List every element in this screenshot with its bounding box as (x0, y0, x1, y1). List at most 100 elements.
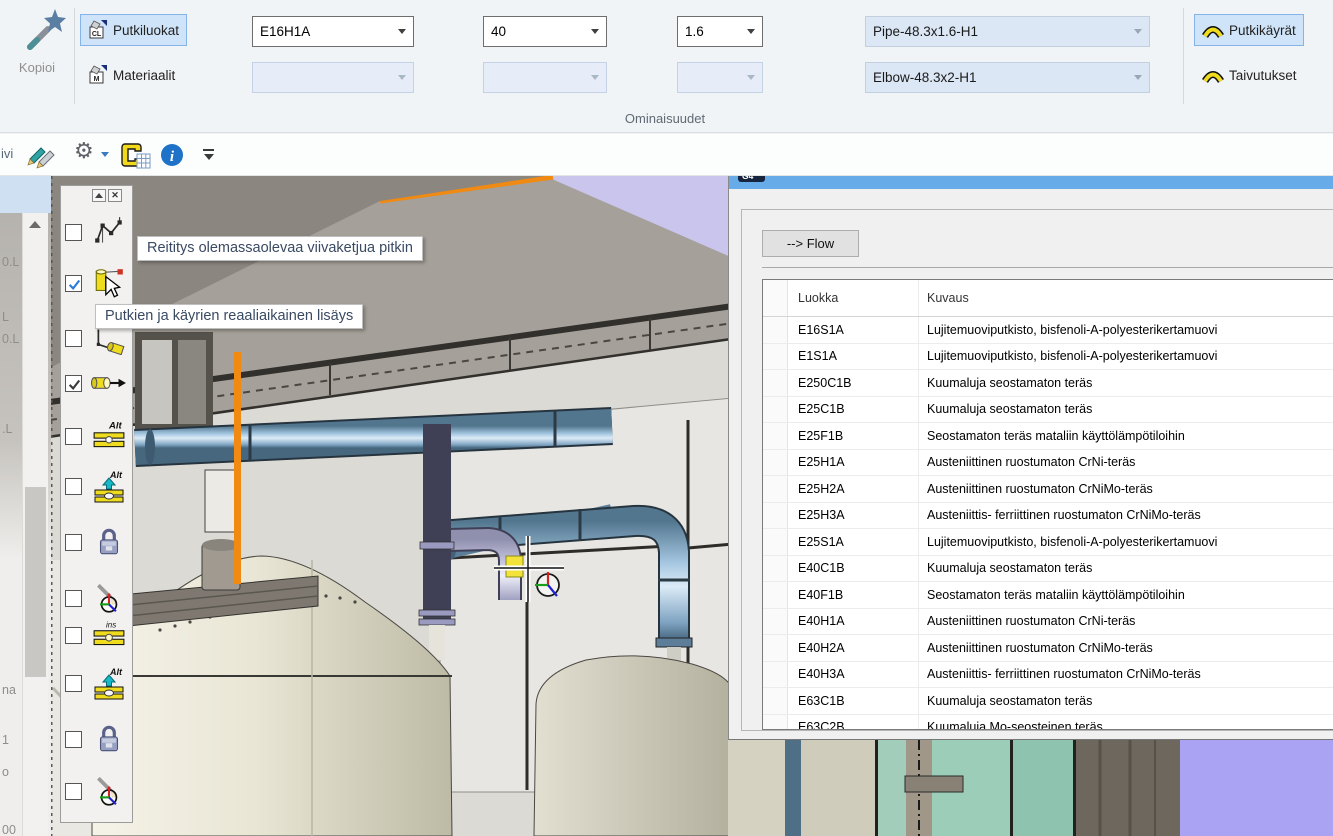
checkbox-alt-pipe-up[interactable] (65, 478, 82, 495)
row-selector[interactable] (763, 556, 788, 582)
table-row[interactable]: E63C2BKuumaluja Mo-seosteinen teräs (763, 715, 1333, 731)
tree-item-label[interactable]: 1 (2, 733, 9, 747)
cell-luokka[interactable]: E25F1B (788, 423, 919, 449)
palette-item-alt-pipe-up[interactable]: Alt (61, 469, 134, 505)
checkbox-lock-2[interactable] (65, 731, 82, 748)
cell-kuvaus[interactable]: Austeniittinen ruostumaton CrNiMo-teräs (919, 641, 1333, 655)
row-selector[interactable] (763, 715, 788, 731)
elbow-part-combo[interactable]: Elbow-48.3x2-H1 (865, 62, 1150, 93)
alt-pipe-up-icon[interactable]: Alt (91, 666, 131, 702)
table-row[interactable]: E40C1BKuumaluja seostamaton teräs (763, 556, 1333, 583)
table-row[interactable]: E25C1BKuumaluja seostamaton teräs (763, 397, 1333, 424)
cell-luokka[interactable]: E40H2A (788, 635, 919, 661)
ins-pipe-icon[interactable]: ins (91, 618, 131, 654)
info-icon[interactable]: i (160, 143, 184, 172)
tree-item-label[interactable]: L (2, 310, 9, 324)
polyline-icon[interactable] (91, 215, 131, 251)
cell-luokka[interactable]: E25H1A (788, 450, 919, 476)
row-selector[interactable] (763, 609, 788, 635)
palette-item-compass-2[interactable] (61, 774, 134, 810)
cell-kuvaus[interactable]: Seostamaton teräs mataliin käyttölämpöti… (919, 429, 1333, 443)
cell-kuvaus[interactable]: Austeniittis- ferriittinen ruostumaton C… (919, 667, 1333, 681)
table-row[interactable]: E16S1ALujitemuoviputkisto, bisfenoli-A-p… (763, 317, 1333, 344)
table-row[interactable]: E40H1AAusteniittinen ruostumaton CrNi-te… (763, 609, 1333, 636)
cell-luokka[interactable]: E63C1B (788, 688, 919, 714)
compass-icon[interactable] (91, 774, 131, 810)
tree-item-label[interactable]: 0.L (2, 255, 19, 269)
cell-luokka[interactable]: E40H3A (788, 662, 919, 688)
table-row[interactable]: E250C1BKuumaluja seostamaton teräs (763, 370, 1333, 397)
table-row[interactable]: E25H2AAusteniittinen ruostumaton CrNiMo-… (763, 476, 1333, 503)
cell-kuvaus[interactable]: Lujitemuoviputkisto, bisfenoli-A-polyest… (919, 349, 1333, 363)
cell-kuvaus[interactable]: Kuumaluja seostamaton teräs (919, 694, 1333, 708)
row-selector[interactable] (763, 423, 788, 449)
alt-pipe-up-icon[interactable]: Alt (91, 469, 131, 505)
table-row[interactable]: E25H3AAusteniittis- ferriittinen ruostum… (763, 503, 1333, 530)
row-selector[interactable] (763, 503, 788, 529)
cell-kuvaus[interactable]: Kuumaluja Mo-seosteinen teräs (919, 720, 1333, 730)
pipe-class-table[interactable]: Luokka Kuvaus E16S1ALujitemuoviputkisto,… (762, 279, 1333, 730)
palette-item-alt-pipe-up-2[interactable]: Alt (61, 666, 134, 702)
cell-luokka[interactable]: E250C1B (788, 370, 919, 396)
tree-item-label[interactable]: 0.L (2, 332, 19, 346)
tree-item-label[interactable]: .L (2, 422, 12, 436)
table-row[interactable]: E25H1AAusteniittinen ruostumaton CrNi-te… (763, 450, 1333, 477)
palette-item-lock[interactable] (61, 525, 134, 561)
scrollbar-thumb[interactable] (25, 487, 46, 677)
checkbox-elbow-line-route[interactable] (65, 330, 82, 347)
table-row[interactable]: E40F1BSeostamaton teräs mataliin käyttöl… (763, 582, 1333, 609)
cell-luokka[interactable]: E25C1B (788, 397, 919, 423)
pipe-part-combo[interactable]: Pipe-48.3x1.6-H1 (865, 16, 1150, 47)
cell-kuvaus[interactable]: Kuumaluja seostamaton teräs (919, 561, 1333, 575)
checkbox-realtime-pipe-add[interactable] (65, 275, 82, 292)
gear-icon[interactable]: ⚙ (74, 138, 94, 164)
tree-item-label[interactable]: na (2, 683, 16, 697)
compass-icon[interactable] (91, 581, 131, 617)
size-combo[interactable]: 40 (483, 16, 607, 47)
cell-luokka[interactable]: E40H1A (788, 609, 919, 635)
row-selector[interactable] (763, 397, 788, 423)
palette-item-realtime-pipe-add[interactable] (61, 266, 134, 302)
palette-item-compass[interactable] (61, 581, 134, 617)
lock-icon[interactable] (91, 722, 131, 758)
pipe-classes-button[interactable]: CL Putkiluokat (80, 14, 187, 46)
pipe-class-combo[interactable]: E16H1A (252, 16, 414, 47)
chevron-down-icon[interactable] (591, 29, 599, 34)
palette-item-ins-pipe[interactable]: ins (61, 618, 134, 654)
palette-collapse-button[interactable] (92, 189, 106, 202)
cell-kuvaus[interactable]: Lujitemuoviputkisto, bisfenoli-A-polyest… (919, 323, 1333, 337)
palette-item-alt-pipe[interactable]: Alt (61, 419, 134, 455)
checkbox-ins-pipe[interactable] (65, 627, 82, 644)
palette-close-button[interactable]: ✕ (108, 189, 122, 202)
table-row[interactable]: E1S1ALujitemuoviputkisto, bisfenoli-A-po… (763, 344, 1333, 371)
checkbox-route-existing-polyline[interactable] (65, 224, 82, 241)
bends-button[interactable]: Taivutukset (1194, 59, 1305, 91)
palette-item-pipe-direction[interactable] (61, 366, 134, 402)
checkbox-alt-pipe[interactable] (65, 428, 82, 445)
cell-luokka[interactable]: E40C1B (788, 556, 919, 582)
palette-item-lock-2[interactable] (61, 722, 134, 758)
cell-luokka[interactable]: E25S1A (788, 529, 919, 555)
cell-luokka[interactable]: E16S1A (788, 317, 919, 343)
toolbar-options-icon[interactable] (202, 149, 215, 160)
cell-kuvaus[interactable]: Kuumaluja seostamaton teräs (919, 402, 1333, 416)
row-selector[interactable] (763, 688, 788, 714)
checkbox-alt-pipe-up-2[interactable] (65, 675, 82, 692)
table-row[interactable]: E25S1ALujitemuoviputkisto, bisfenoli-A-p… (763, 529, 1333, 556)
copy-wand-icon[interactable] (22, 5, 68, 53)
cell-luokka[interactable]: E1S1A (788, 344, 919, 370)
table-row[interactable]: E40H2AAusteniittinen ruostumaton CrNiMo-… (763, 635, 1333, 662)
checkbox-lock[interactable] (65, 534, 82, 551)
thickness-combo[interactable]: 1.6 (677, 16, 763, 47)
pipe-cursor-icon[interactable] (91, 266, 131, 302)
row-selector[interactable] (763, 317, 788, 343)
table-header[interactable]: Luokka Kuvaus (763, 280, 1333, 317)
cylinder-arrow-icon[interactable] (91, 366, 131, 402)
pipe-bends-button[interactable]: Putkikäyrät (1194, 14, 1304, 46)
row-selector[interactable] (763, 662, 788, 688)
palette-item-route-existing-polyline[interactable] (61, 215, 134, 251)
column-kuvaus[interactable]: Kuvaus (919, 291, 1333, 305)
tree-item-label[interactable]: 00 (2, 823, 16, 836)
table-row[interactable]: E25F1BSeostamaton teräs mataliin käyttöl… (763, 423, 1333, 450)
cell-kuvaus[interactable]: Kuumaluja seostamaton teräs (919, 376, 1333, 390)
